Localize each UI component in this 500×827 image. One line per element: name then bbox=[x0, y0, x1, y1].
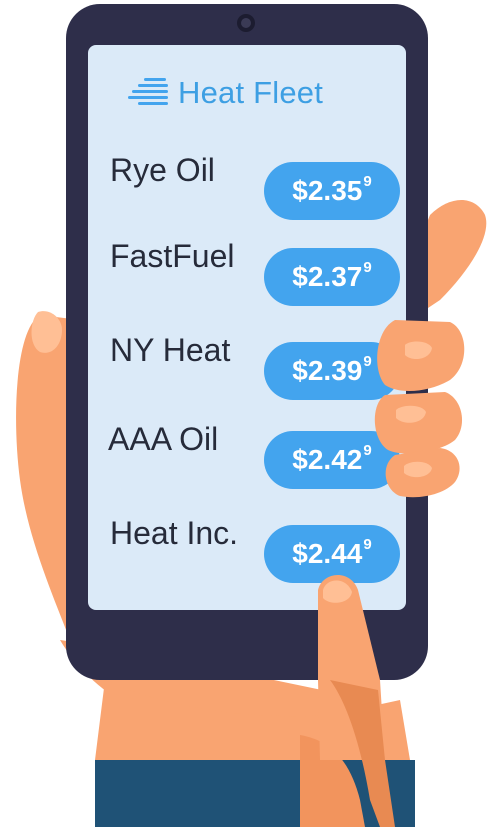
price-row[interactable]: FastFuel $2.37 9 bbox=[88, 238, 406, 306]
heat-waves-icon bbox=[128, 78, 168, 105]
price-value: $2.35 bbox=[292, 175, 363, 206]
price-button[interactable]: $2.35 9 bbox=[264, 162, 400, 220]
company-name: NY Heat bbox=[110, 332, 231, 368]
thumb-back-shape bbox=[420, 200, 487, 310]
company-name: FastFuel bbox=[110, 238, 235, 274]
price-tenth: 9 bbox=[363, 172, 372, 190]
brand-name: Heat Fleet bbox=[178, 75, 324, 110]
price-value: $2.44 bbox=[292, 538, 363, 569]
price-tenth: 9 bbox=[363, 352, 372, 370]
price-tenth: 9 bbox=[363, 258, 372, 276]
price-button[interactable]: $2.44 9 bbox=[264, 525, 400, 583]
price-value: $2.39 bbox=[292, 355, 363, 386]
price-value: $2.37 bbox=[292, 261, 363, 292]
price-row[interactable]: Heat Inc. $2.44 9 bbox=[88, 515, 406, 583]
price-row[interactable]: NY Heat $2.39 9 bbox=[88, 332, 406, 400]
company-name: Heat Inc. bbox=[110, 515, 239, 551]
price-button[interactable]: $2.39 9 bbox=[264, 342, 400, 400]
price-tenth: 9 bbox=[363, 535, 372, 553]
price-value: $2.42 bbox=[292, 444, 363, 475]
company-name: AAA Oil bbox=[108, 421, 219, 457]
price-button[interactable]: $2.42 9 bbox=[264, 431, 400, 489]
company-name: Rye Oil bbox=[110, 152, 215, 188]
price-row[interactable]: AAA Oil $2.42 9 bbox=[88, 421, 406, 489]
price-tenth: 9 bbox=[363, 441, 372, 459]
price-list-screen: Heat Fleet Rye Oil $2.35 9 FastFuel $2.37… bbox=[88, 45, 406, 610]
brand-logo[interactable]: Heat Fleet bbox=[128, 73, 323, 113]
price-button[interactable]: $2.37 9 bbox=[264, 248, 400, 306]
sleeve-shape bbox=[95, 760, 415, 827]
phone-illustration: Heat Fleet Rye Oil $2.35 9 FastFuel $2.37… bbox=[0, 0, 500, 827]
price-row[interactable]: Rye Oil $2.35 9 bbox=[88, 152, 406, 220]
